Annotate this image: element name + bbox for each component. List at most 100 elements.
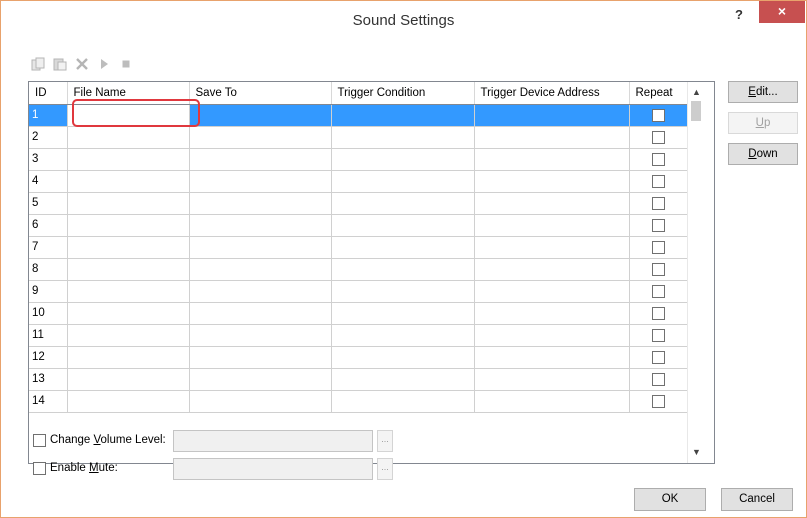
trigger-condition-cell[interactable] <box>331 258 475 281</box>
save-to-cell[interactable] <box>189 126 332 149</box>
id-cell[interactable]: 7 <box>29 236 68 259</box>
trigger-condition-cell[interactable] <box>331 170 475 193</box>
change-volume-checkbox[interactable] <box>33 433 46 447</box>
save-to-cell[interactable] <box>189 170 332 193</box>
save-to-cell[interactable] <box>189 258 332 281</box>
trigger-address-cell[interactable] <box>474 324 630 347</box>
id-cell[interactable]: 2 <box>29 126 68 149</box>
table-row[interactable]: 5 <box>29 192 688 215</box>
table-row[interactable]: 8 <box>29 258 688 281</box>
id-cell[interactable]: 13 <box>29 368 68 391</box>
save-to-cell[interactable] <box>189 346 332 369</box>
repeat-checkbox[interactable] <box>651 284 665 298</box>
id-cell[interactable]: 11 <box>29 324 68 347</box>
save-to-cell[interactable] <box>189 236 332 259</box>
trigger-address-cell[interactable] <box>474 346 630 369</box>
save-to-cell[interactable] <box>189 390 332 413</box>
help-button[interactable]: ? <box>726 5 752 25</box>
file-name-cell[interactable] <box>67 214 190 237</box>
volume-browse-button[interactable]: ... <box>377 430 393 452</box>
save-to-cell[interactable] <box>189 148 332 171</box>
edit-button[interactable]: Edit... <box>728 81 798 103</box>
table-row[interactable]: 3 <box>29 148 688 171</box>
scroll-up-icon[interactable]: ▲ <box>688 84 705 101</box>
table-row[interactable]: 11 <box>29 324 688 347</box>
ok-button[interactable]: OK <box>634 488 706 511</box>
trigger-condition-cell[interactable] <box>331 192 475 215</box>
repeat-checkbox[interactable] <box>651 174 665 188</box>
file-name-cell[interactable] <box>67 280 190 303</box>
delete-icon[interactable] <box>72 54 92 74</box>
id-cell[interactable]: 4 <box>29 170 68 193</box>
repeat-checkbox[interactable] <box>651 394 665 408</box>
file-name-cell[interactable] <box>67 236 190 259</box>
id-cell[interactable]: 14 <box>29 390 68 413</box>
save-to-cell[interactable] <box>189 324 332 347</box>
column-header-trigger-device-address[interactable]: Trigger Device Address <box>474 82 630 105</box>
table-row[interactable]: 13 <box>29 368 688 391</box>
repeat-checkbox[interactable] <box>651 372 665 386</box>
repeat-checkbox[interactable] <box>651 196 665 210</box>
repeat-checkbox[interactable] <box>651 328 665 342</box>
stop-icon[interactable] <box>116 54 136 74</box>
up-button[interactable]: Up <box>728 112 798 134</box>
mute-field[interactable] <box>173 458 373 480</box>
column-header-id[interactable]: ID <box>29 82 68 105</box>
id-cell[interactable]: 10 <box>29 302 68 325</box>
table-row[interactable]: 10 <box>29 302 688 325</box>
column-header-repeat[interactable]: Repeat <box>629 82 688 105</box>
play-icon[interactable] <box>94 54 114 74</box>
file-name-cell[interactable] <box>67 192 190 215</box>
save-to-cell[interactable] <box>189 280 332 303</box>
table-row[interactable]: 4 <box>29 170 688 193</box>
file-name-cell[interactable] <box>67 324 190 347</box>
id-cell[interactable]: 12 <box>29 346 68 369</box>
trigger-address-cell[interactable] <box>474 390 630 413</box>
trigger-address-cell[interactable] <box>474 368 630 391</box>
id-cell[interactable]: 6 <box>29 214 68 237</box>
id-cell[interactable]: 3 <box>29 148 68 171</box>
trigger-condition-cell[interactable] <box>331 302 475 325</box>
column-header-file-name[interactable]: File Name <box>67 82 190 105</box>
volume-level-field[interactable] <box>173 430 373 452</box>
save-to-cell[interactable] <box>189 368 332 391</box>
trigger-condition-cell[interactable] <box>331 280 475 303</box>
repeat-checkbox[interactable] <box>651 108 665 122</box>
trigger-address-cell[interactable] <box>474 148 630 171</box>
paste-icon[interactable] <box>50 54 70 74</box>
repeat-checkbox[interactable] <box>651 240 665 254</box>
column-header-save-to[interactable]: Save To <box>189 82 332 105</box>
trigger-condition-cell[interactable] <box>331 126 475 149</box>
file-name-cell[interactable] <box>67 390 190 413</box>
down-button[interactable]: Down <box>728 143 798 165</box>
repeat-checkbox[interactable] <box>651 350 665 364</box>
enable-mute-checkbox[interactable] <box>33 461 46 475</box>
trigger-address-cell[interactable] <box>474 192 630 215</box>
trigger-address-cell[interactable] <box>474 214 630 237</box>
file-name-cell[interactable] <box>67 346 190 369</box>
trigger-address-cell[interactable] <box>474 258 630 281</box>
table-row[interactable]: 2 <box>29 126 688 149</box>
trigger-condition-cell[interactable] <box>331 236 475 259</box>
copy-icon[interactable] <box>28 54 48 74</box>
table-row[interactable]: 7 <box>29 236 688 259</box>
save-to-cell[interactable] <box>189 214 332 237</box>
table-row[interactable]: 12 <box>29 346 688 369</box>
trigger-condition-cell[interactable] <box>331 368 475 391</box>
trigger-condition-cell[interactable] <box>331 104 475 127</box>
table-row[interactable]: 6 <box>29 214 688 237</box>
scroll-thumb[interactable] <box>691 101 701 121</box>
repeat-checkbox[interactable] <box>651 152 665 166</box>
scroll-down-icon[interactable]: ▼ <box>688 444 705 461</box>
file-name-cell[interactable] <box>67 302 190 325</box>
id-cell[interactable]: 9 <box>29 280 68 303</box>
table-row[interactable]: 9 <box>29 280 688 303</box>
save-to-cell[interactable] <box>189 104 332 127</box>
save-to-cell[interactable] <box>189 192 332 215</box>
trigger-condition-cell[interactable] <box>331 324 475 347</box>
repeat-checkbox[interactable] <box>651 130 665 144</box>
trigger-condition-cell[interactable] <box>331 148 475 171</box>
file-name-cell[interactable] <box>67 170 190 193</box>
id-cell[interactable]: 1 <box>29 104 68 127</box>
trigger-condition-cell[interactable] <box>331 390 475 413</box>
